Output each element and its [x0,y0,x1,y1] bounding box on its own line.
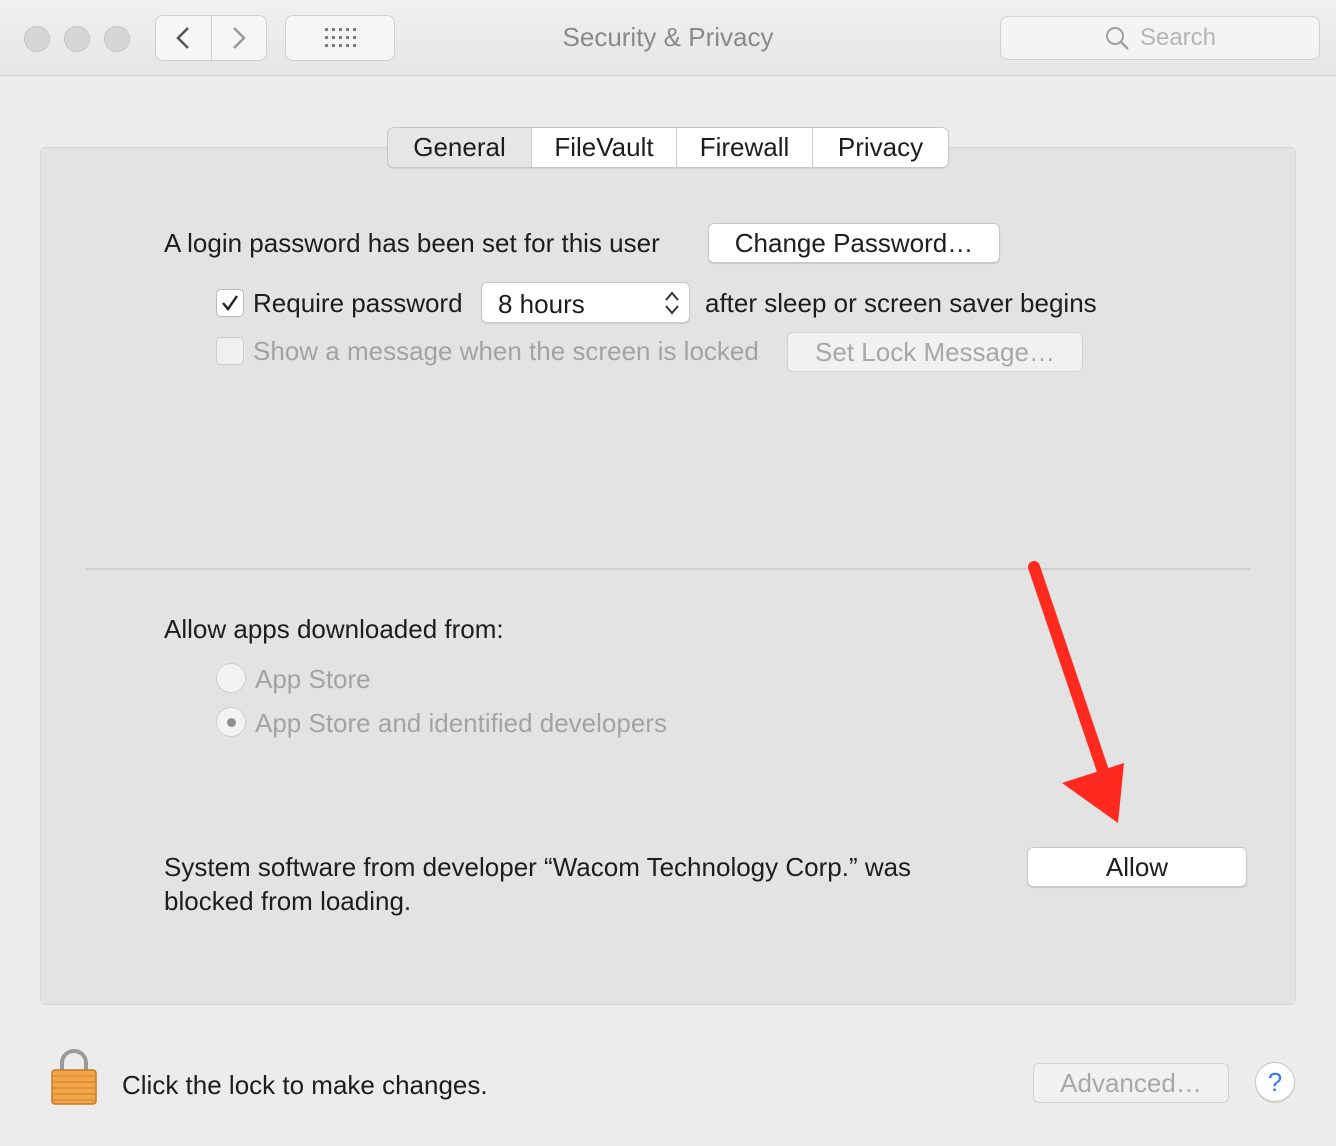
lock-icon[interactable] [50,1048,98,1106]
radio-identified-developers[interactable] [216,707,246,737]
require-password-label: Require password [253,288,463,318]
search-field[interactable]: Search [1000,16,1320,60]
radio-selected-dot [226,717,236,727]
blocked-message-line2: blocked from loading. [164,886,412,916]
radio-identified-developers-label: App Store and identified developers [255,708,667,738]
help-button[interactable]: ? [1255,1062,1295,1102]
tab-privacy[interactable]: Privacy [812,128,948,167]
allow-apps-label: Allow apps downloaded from: [164,614,504,644]
up-down-arrows-icon [665,291,679,315]
blocked-message-line1: System software from developer “Wacom Te… [164,852,912,882]
require-password-checkbox[interactable] [216,289,244,317]
advanced-button[interactable]: Advanced… [1033,1063,1229,1103]
tab-firewall[interactable]: Firewall [676,128,812,167]
search-icon [1105,27,1129,50]
show-message-checkbox[interactable] [216,337,244,365]
change-password-button[interactable]: Change Password… [708,223,1000,263]
radio-app-store[interactable] [216,663,246,693]
radio-app-store-label: App Store [255,664,371,694]
tab-bar: General FileVault Firewall Privacy [387,127,949,168]
tab-general[interactable]: General [388,128,531,167]
set-lock-message-button[interactable]: Set Lock Message… [787,332,1083,372]
allow-button[interactable]: Allow [1027,847,1247,887]
after-sleep-text: after sleep or screen saver begins [705,288,1097,318]
annotation-arrow-icon [1028,561,1124,823]
login-password-text: A login password has been set for this u… [164,228,660,258]
lock-message: Click the lock to make changes. [122,1070,488,1100]
show-message-label: Show a message when the screen is locked [253,336,759,366]
require-password-delay-select[interactable]: 8 hours [481,282,690,323]
require-password-delay-value: 8 hours [498,289,585,319]
search-placeholder: Search [1139,24,1217,51]
tab-filevault[interactable]: FileVault [531,128,676,167]
title-bar: Security & Privacy Search [0,0,1336,76]
checkmark-icon [222,295,238,311]
